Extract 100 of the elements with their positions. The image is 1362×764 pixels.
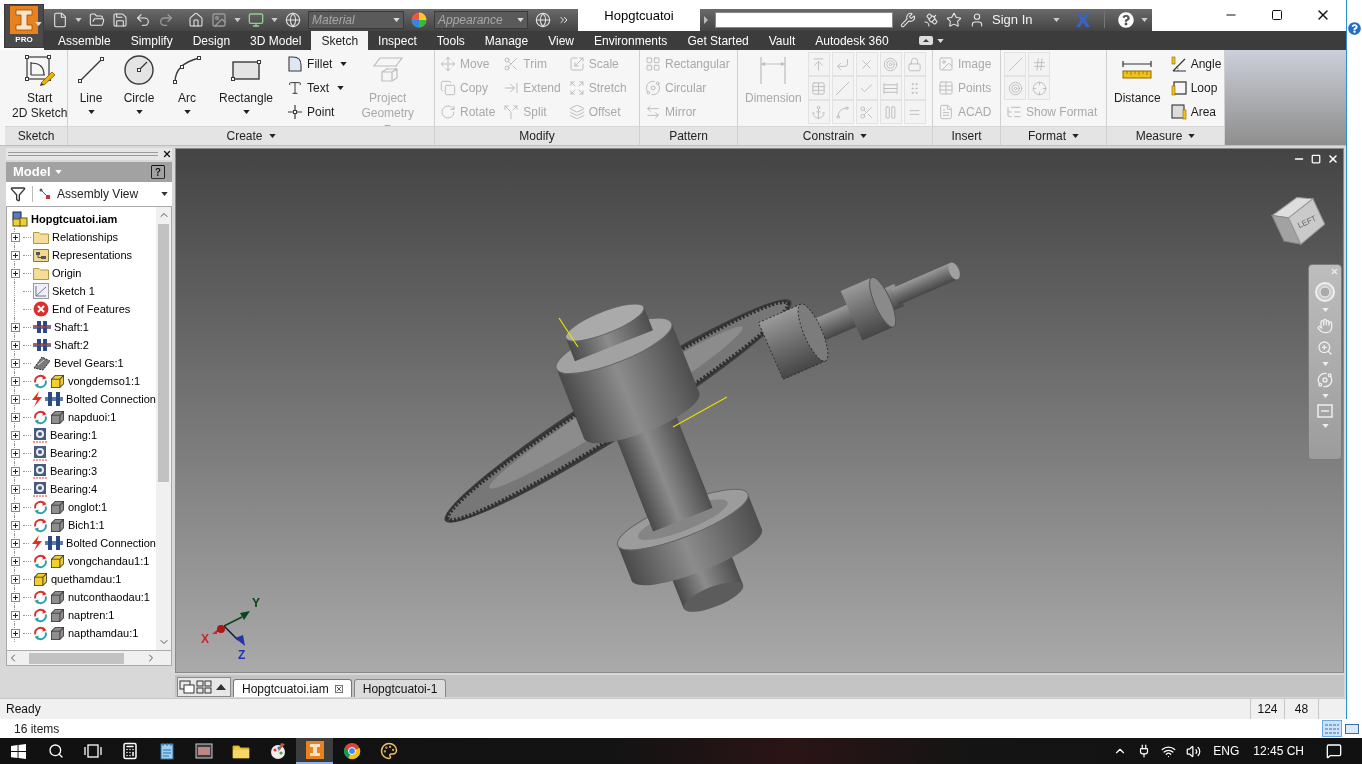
save-icon[interactable] [112, 12, 128, 28]
tree-item-label[interactable]: napduoi:1 [68, 408, 117, 426]
expand-plus-icon[interactable] [10, 430, 20, 440]
document-tab[interactable]: Hopgtcuatoi-1 [353, 679, 447, 697]
tree-item-label[interactable]: Sketch 1 [52, 282, 95, 300]
expand-plus-icon[interactable] [10, 448, 20, 458]
sign-in-button[interactable]: Sign In [992, 10, 1033, 30]
ribbon-tab[interactable]: Sketch [311, 31, 369, 50]
monitor-icon[interactable] [248, 12, 264, 28]
tool-button[interactable]: Arc [167, 52, 207, 126]
tool-button[interactable]: Start 2D Sketch [8, 52, 72, 126]
expand-plus-icon[interactable] [10, 484, 20, 494]
tree-item-label[interactable]: napthamdau:1 [68, 624, 139, 642]
search-field[interactable] [715, 12, 893, 28]
tree-item-label[interactable]: Hopgtcuatoi.iam [31, 210, 118, 228]
cascade-windows-icon[interactable] [179, 680, 195, 694]
expand-plus-icon[interactable] [10, 466, 20, 476]
document-tab[interactable]: Hopgtcuatoi.iam [233, 679, 352, 697]
tool-button[interactable]: Area [1168, 100, 1224, 124]
help-icon[interactable] [1118, 12, 1134, 28]
color-wheel-icon[interactable] [411, 12, 427, 28]
tree-item-label[interactable]: Bich1:1 [68, 516, 105, 534]
taskbar-app-button[interactable] [296, 738, 333, 764]
wrench-icon[interactable] [900, 12, 916, 28]
close-icon[interactable] [162, 149, 172, 159]
tree-item-label[interactable]: vongdemso1:1 [68, 372, 141, 390]
expand-plus-icon[interactable] [10, 340, 20, 350]
tree-item-label[interactable]: Bolted Connection [66, 390, 156, 408]
restore-icon[interactable] [1311, 154, 1321, 164]
wifi-icon[interactable] [1161, 743, 1177, 759]
ribbon-tab[interactable]: Tools [426, 31, 475, 50]
tree-item-label[interactable]: Representations [52, 246, 133, 264]
expand-plus-icon[interactable] [10, 232, 20, 242]
expand-plus-icon[interactable] [10, 412, 20, 422]
tree-item-label[interactable]: vongchandau1:1 [68, 552, 150, 570]
help-icon[interactable] [151, 165, 165, 179]
panel-menu-button[interactable]: Format [1001, 126, 1106, 145]
tree-item-label[interactable]: Origin [52, 264, 82, 282]
undo-icon[interactable] [135, 12, 151, 28]
tree-item-label[interactable]: naptren:1 [68, 606, 115, 624]
tree-item-label[interactable]: Bearing:2 [50, 444, 98, 462]
expand-plus-icon[interactable] [10, 358, 20, 368]
expand-plus-icon[interactable] [10, 592, 20, 602]
more-chevrons-icon[interactable] [558, 14, 570, 26]
expand-plus-icon[interactable] [10, 556, 20, 566]
tool-button[interactable]: Text [285, 76, 350, 100]
tree-item-label[interactable]: Bolted Connection [66, 534, 156, 552]
ribbon-tab[interactable]: Vault [758, 31, 806, 50]
expand-plus-icon[interactable] [10, 268, 20, 278]
clock[interactable]: 12:45 CH [1253, 742, 1304, 760]
expand-plus-icon[interactable] [10, 628, 20, 638]
tree-item-label[interactable]: End of Features [52, 300, 131, 318]
globe-icon[interactable] [285, 12, 301, 28]
tile-windows-icon[interactable] [196, 680, 212, 694]
satellite-icon[interactable] [923, 12, 939, 28]
redo-icon[interactable] [158, 12, 174, 28]
3d-viewport[interactable]: LEFT X Y Z [175, 148, 1344, 673]
globe-icon[interactable] [535, 12, 551, 28]
help-icon[interactable] [1348, 22, 1361, 35]
ribbon-tab[interactable]: Inspect [368, 31, 427, 50]
expand-plus-icon[interactable] [10, 250, 20, 260]
ribbon-tab[interactable]: View [538, 31, 584, 50]
tool-button[interactable]: Loop [1168, 76, 1224, 100]
tree-item-label[interactable]: Shaft:1 [54, 318, 89, 336]
panel-menu-button[interactable]: Constrain [738, 126, 932, 145]
tree-item-label[interactable]: nutconthaodau:1 [68, 588, 150, 606]
volume-icon[interactable] [1186, 743, 1202, 759]
new-file-icon[interactable] [52, 12, 68, 28]
panel-menu-button[interactable]: Create [68, 126, 434, 145]
tree-item-label[interactable]: Bearing:4 [50, 480, 98, 498]
filter-icon[interactable] [10, 186, 26, 202]
user-icon[interactable] [969, 12, 985, 28]
tool-button[interactable]: Angle [1168, 52, 1224, 76]
panel-display-button[interactable] [918, 36, 944, 45]
star-icon[interactable] [946, 12, 962, 28]
ribbon-tab[interactable]: Get Started [677, 31, 759, 50]
application-menu-button[interactable]: PRO [4, 4, 44, 48]
panel-menu-button[interactable]: Measure [1107, 126, 1224, 145]
image-icon[interactable] [211, 12, 227, 28]
tree-item-label[interactable]: Shaft:2 [54, 336, 89, 354]
ribbon-tab[interactable]: Environments [584, 31, 678, 50]
ribbon-tab[interactable]: 3D Model [240, 31, 312, 50]
ribbon-tab[interactable]: Simplify [120, 31, 183, 50]
ribbon-tab[interactable]: Assemble [48, 31, 121, 50]
close-box-icon[interactable] [334, 684, 343, 693]
tool-button[interactable]: Line [71, 52, 111, 126]
ribbon-tab[interactable]: Autodesk 360 [805, 31, 899, 50]
tool-button[interactable]: Rectangle [215, 52, 278, 126]
tree-item-label[interactable]: Relationships [52, 228, 119, 246]
tree-item-label[interactable]: Bevel Gears:1 [54, 354, 124, 372]
expand-plus-icon[interactable] [10, 322, 20, 332]
view-cube[interactable]: LEFT [1266, 187, 1330, 251]
ribbon-tab[interactable]: Design [182, 31, 241, 50]
language-indicator[interactable]: ENG [1213, 742, 1240, 760]
close-icon[interactable] [1327, 153, 1339, 165]
expand-plus-icon[interactable] [10, 376, 20, 386]
home-icon[interactable] [188, 12, 204, 28]
tool-button[interactable]: Circle [119, 52, 159, 126]
notification-icon[interactable] [1326, 743, 1342, 759]
expand-plus-icon[interactable] [10, 610, 20, 620]
